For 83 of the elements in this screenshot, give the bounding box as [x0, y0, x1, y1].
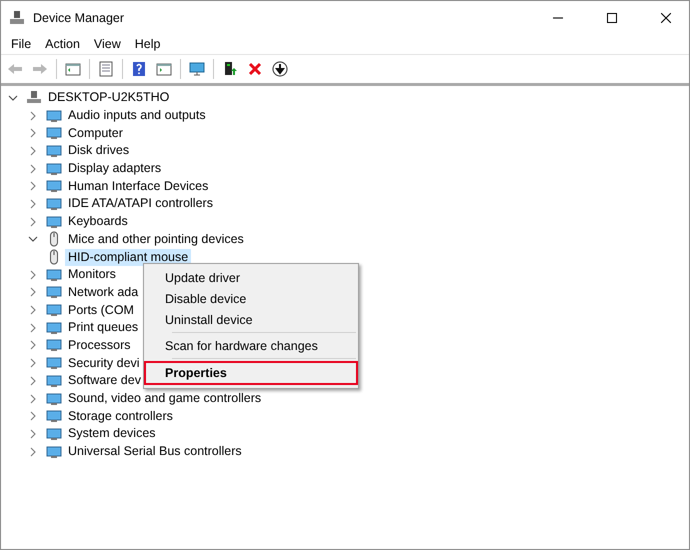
chevron-icon[interactable] — [28, 411, 38, 422]
forward-arrow-icon — [32, 61, 48, 77]
tree-item[interactable]: Storage controllers — [65, 408, 176, 425]
device-icon — [46, 302, 62, 318]
tree-item[interactable]: Audio inputs and outputs — [65, 107, 209, 124]
tree-item[interactable]: Disk drives — [65, 142, 132, 160]
menu-item[interactable]: Properties — [144, 361, 358, 385]
chevron-icon[interactable] — [28, 428, 38, 439]
chevron-icon[interactable] — [28, 376, 38, 386]
menu-item[interactable]: File — [4, 35, 38, 53]
tree-item[interactable]: Network ada — [65, 284, 142, 301]
menu-item[interactable]: Uninstall device — [144, 309, 358, 330]
window-title: Device Manager — [33, 10, 126, 24]
device-icon — [46, 337, 62, 354]
document-icon — [98, 61, 114, 77]
app-icon — [9, 10, 25, 26]
tree-item[interactable]: Computer — [65, 124, 126, 142]
tree-item[interactable]: Ports (COM — [65, 302, 137, 319]
tree-item[interactable]: Mice and other pointing devices — [65, 230, 247, 248]
tree-item[interactable]: Software dev — [65, 372, 144, 390]
chevron-icon[interactable] — [8, 92, 18, 103]
device-icon — [46, 108, 62, 124]
chevron-icon[interactable] — [28, 146, 38, 156]
panel-icon — [65, 61, 81, 77]
device-icon — [46, 266, 62, 283]
back-arrow-icon — [7, 61, 23, 77]
chevron-icon[interactable] — [28, 322, 38, 333]
device-icon — [46, 178, 62, 194]
device-icon — [46, 355, 62, 372]
tree-item[interactable]: Universal Serial Bus controllers — [65, 443, 245, 460]
menu-item[interactable]: Update driver — [144, 267, 358, 288]
tree-item[interactable]: Print queues — [65, 319, 142, 336]
download-icon — [272, 61, 288, 77]
tree-item[interactable]: System devices — [65, 425, 159, 442]
chevron-icon[interactable] — [28, 358, 38, 368]
chevron-icon[interactable] — [28, 198, 38, 209]
device-update-icon — [222, 61, 238, 77]
device-icon — [46, 426, 62, 442]
tree-item[interactable]: Sound, video and game controllers — [65, 390, 264, 408]
chevron-icon[interactable] — [28, 394, 38, 404]
tree-item[interactable]: Processors — [65, 336, 134, 354]
chevron-icon[interactable] — [28, 446, 38, 457]
chevron-icon[interactable] — [28, 164, 38, 174]
menu-item[interactable]: View — [86, 35, 128, 53]
close-icon — [661, 12, 671, 22]
chevron-icon[interactable] — [28, 305, 38, 316]
delete-icon — [247, 61, 263, 77]
device-icon — [46, 320, 62, 336]
monitor-icon — [189, 61, 205, 77]
chevron-icon[interactable] — [28, 340, 38, 350]
tree-item[interactable]: Human Interface Devices — [65, 178, 212, 195]
device-icon — [46, 408, 62, 424]
chevron-icon[interactable] — [28, 110, 38, 121]
tree-item[interactable]: HID-compliant mouse — [65, 248, 192, 266]
device-icon — [46, 196, 62, 212]
chevron-icon[interactable] — [28, 270, 38, 280]
tree-item[interactable]: DESKTOP-U2K5THO — [45, 89, 172, 106]
chevron-icon[interactable] — [28, 287, 38, 298]
menu-item[interactable]: Action — [38, 35, 87, 53]
chevron-icon[interactable] — [28, 234, 38, 244]
menu-item[interactable]: Help — [128, 35, 168, 53]
tree-item[interactable]: IDE ATA/ATAPI controllers — [65, 195, 216, 212]
device-icon — [46, 372, 62, 389]
menu-item[interactable]: Scan for hardware changes — [144, 335, 358, 356]
chevron-icon[interactable] — [28, 181, 38, 192]
chevron-icon[interactable] — [28, 216, 38, 227]
device-icon — [46, 390, 62, 407]
tree-item[interactable]: Display adapters — [65, 160, 164, 178]
device-icon — [46, 284, 62, 300]
help-icon — [131, 61, 147, 77]
device-icon — [46, 142, 62, 159]
chevron-icon[interactable] — [28, 128, 38, 138]
tree-item[interactable]: Security devi — [65, 354, 143, 372]
device-icon — [46, 125, 62, 142]
device-icon — [46, 214, 62, 230]
maximize-icon — [607, 12, 617, 22]
computer-icon — [26, 90, 42, 106]
tree-item[interactable]: Keyboards — [65, 213, 131, 230]
tree-item[interactable]: Monitors — [65, 266, 119, 284]
device-icon — [46, 444, 62, 460]
device-icon — [46, 160, 62, 177]
menu-item[interactable]: Disable device — [144, 288, 358, 309]
panel-icon — [156, 61, 172, 77]
